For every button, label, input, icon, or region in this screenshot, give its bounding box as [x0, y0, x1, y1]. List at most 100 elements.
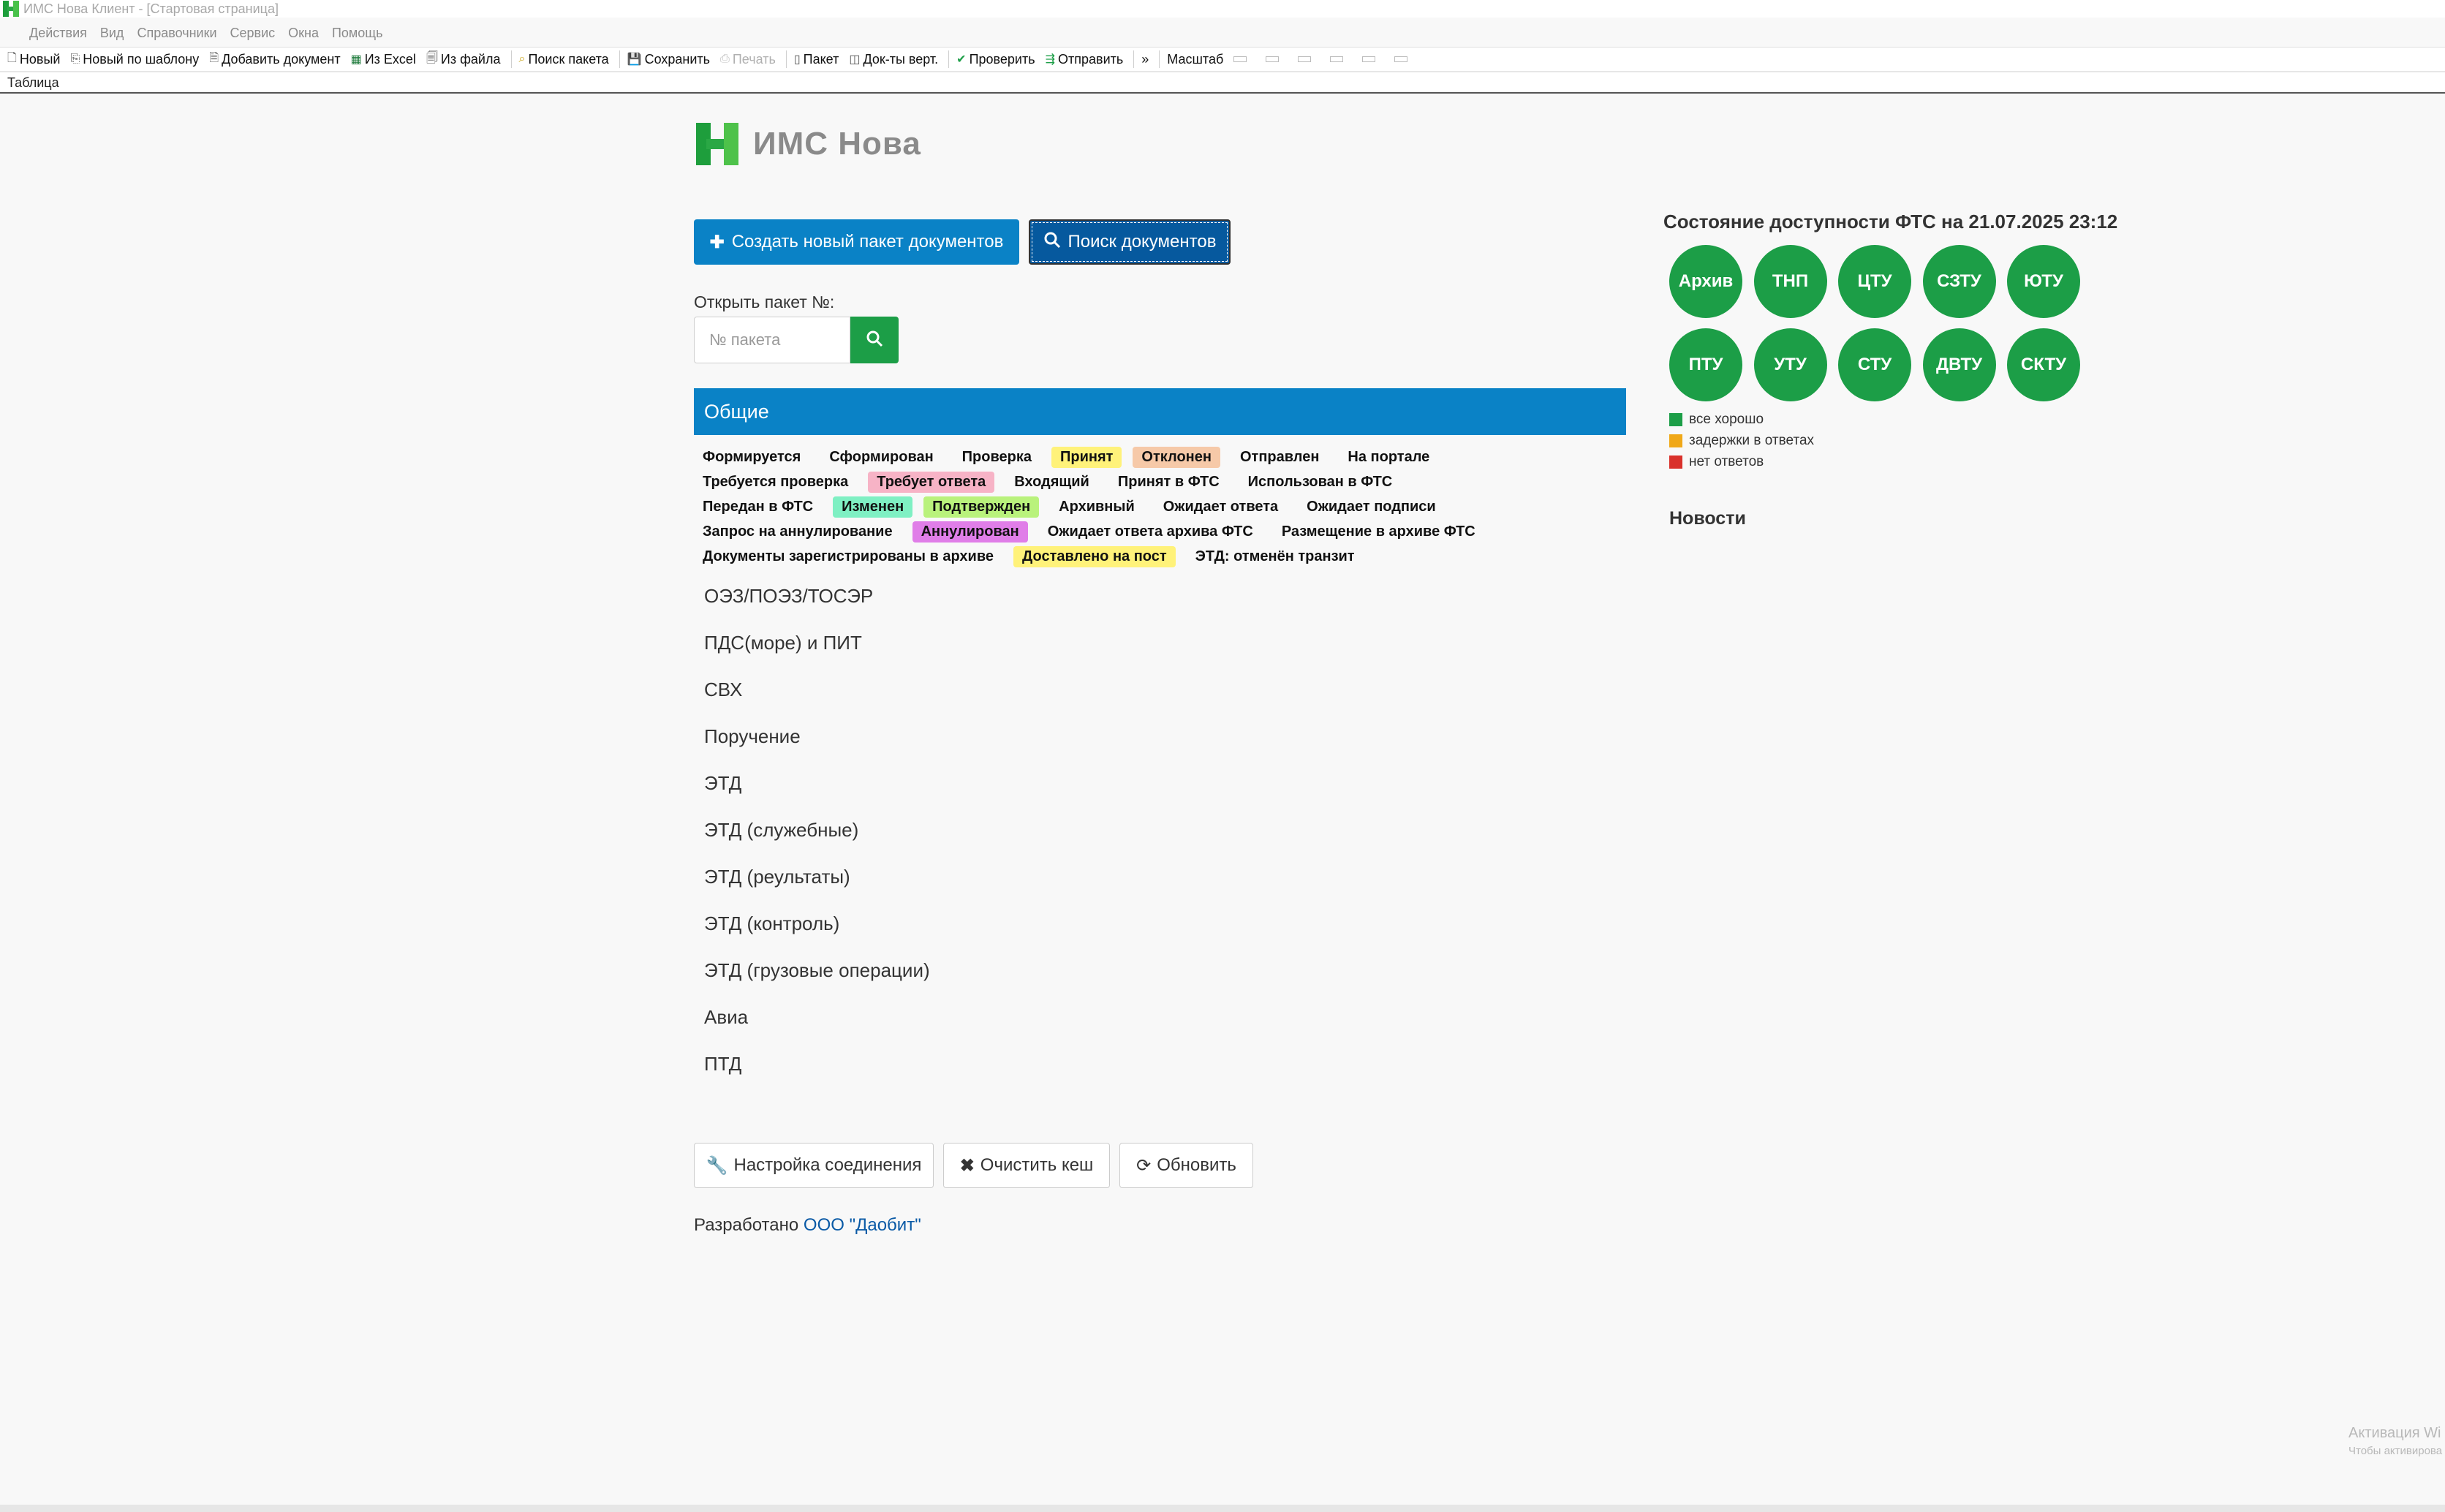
- fts-node-status: ЮТУ: [2007, 245, 2080, 318]
- document-group-item[interactable]: ЭТД (реультаты): [704, 866, 930, 912]
- document-group-item[interactable]: Поручение: [704, 725, 930, 772]
- add-document-label: Добавить документ: [222, 51, 341, 67]
- status-badge: Использован в ФТС: [1247, 473, 1393, 490]
- activation-watermark: Активация Wi Чтобы активирова: [2348, 1425, 2442, 1457]
- menu-actions[interactable]: Действия: [29, 26, 87, 41]
- add-document-button[interactable]: 🗎 Добавить документ: [209, 50, 340, 69]
- document-group-item[interactable]: ПТД: [704, 1053, 930, 1100]
- save-button[interactable]: 💾 Сохранить: [627, 52, 710, 67]
- from-excel-label: Из Excel: [364, 51, 416, 67]
- scale-option-2[interactable]: [1266, 56, 1280, 62]
- connection-settings-label: Настройка соединения: [733, 1155, 922, 1175]
- check-icon: ✔: [956, 53, 967, 66]
- new-label: Новый: [19, 51, 61, 67]
- check-button[interactable]: ✔ Проверить: [956, 52, 1035, 67]
- more-button[interactable]: »: [1141, 52, 1149, 67]
- package-button[interactable]: ▯ Пакет: [794, 52, 839, 67]
- create-package-label: Создать новый пакет документов: [731, 232, 1004, 252]
- status-bar: [0, 1505, 2445, 1512]
- toolbar-divider: [785, 50, 787, 68]
- scale-option-6[interactable]: [1394, 56, 1408, 62]
- app-logo-icon: [3, 1, 19, 17]
- file-icon: 🗐: [426, 51, 438, 64]
- scale-option-3[interactable]: [1298, 56, 1312, 62]
- print-button[interactable]: ⎙ Печать: [720, 52, 776, 67]
- open-package-label: Открыть пакет №:: [694, 292, 835, 311]
- plus-icon: ✚: [709, 232, 725, 252]
- create-package-button[interactable]: ✚ Создать новый пакет документов: [694, 219, 1019, 265]
- scale-option-5[interactable]: [1362, 56, 1376, 62]
- refresh-button[interactable]: ⟳ Обновить: [1119, 1143, 1253, 1188]
- status-badge: Принят в ФТС: [1117, 473, 1220, 490]
- status-badge: Документы зарегистрированы в архиве: [703, 548, 994, 564]
- status-row: Требуется проверка Требует ответа Входящий…: [694, 469, 1637, 494]
- status-badge: Передан в ФТС: [703, 498, 814, 515]
- section-header-general[interactable]: Общие: [694, 388, 1626, 435]
- status-row: Формируется Сформирован Проверка Принят Откл…: [694, 445, 1637, 469]
- document-group-item[interactable]: ЭТД: [704, 772, 930, 819]
- document-group-item[interactable]: ЭТД (служебные): [704, 819, 930, 866]
- status-badge: Ожидает ответа архива ФТС: [1047, 523, 1253, 540]
- docs-vertical-label: Док-ты верт.: [863, 51, 939, 67]
- status-badge: На портале: [1348, 448, 1430, 465]
- save-label: Сохранить: [644, 51, 711, 67]
- connection-settings-button[interactable]: 🔧 Настройка соединения: [694, 1143, 934, 1188]
- send-label: Отправить: [1058, 51, 1124, 67]
- toolbar-divider: [510, 50, 512, 68]
- fts-node-status: СЗТУ: [1922, 245, 1996, 318]
- package-label: Пакет: [803, 51, 839, 67]
- menu-bar: Действия Вид Справочники Сервис Окна Пом…: [0, 22, 2445, 44]
- from-file-button[interactable]: 🗐 Из файла: [426, 50, 501, 69]
- developer-link[interactable]: ООО "Даобит": [804, 1215, 921, 1235]
- search-package-label: Поиск пакета: [528, 51, 609, 67]
- print-icon: ⎙: [720, 53, 730, 65]
- send-button[interactable]: ⇶ Отправить: [1046, 52, 1124, 67]
- menu-windows[interactable]: Окна: [288, 26, 319, 41]
- scale-option-4[interactable]: [1330, 56, 1344, 62]
- legend-ok: все хорошо: [1669, 412, 1764, 428]
- legend-no-response-label: нет ответов: [1689, 454, 1764, 469]
- tab-table[interactable]: Таблица: [7, 75, 59, 91]
- refresh-label: Обновить: [1157, 1155, 1236, 1175]
- from-excel-button[interactable]: ▦ Из Excel: [351, 52, 416, 67]
- logo-text: ИМС Нова: [753, 126, 921, 162]
- status-badge: Размещение в архиве ФТС: [1281, 523, 1475, 540]
- status-badge: Отправлен: [1239, 448, 1320, 465]
- scale-label: Масштаб: [1167, 51, 1224, 67]
- fts-node-status: ДВТУ: [1922, 328, 1996, 401]
- from-file-label: Из файла: [440, 51, 501, 67]
- new-document-icon: 🗋: [7, 51, 17, 64]
- package-number-input[interactable]: [694, 317, 850, 363]
- status-badge: Подтвержден: [923, 496, 1040, 518]
- status-badge: Архивный: [1059, 498, 1135, 515]
- status-badge: Доставлено на пост: [1013, 545, 1176, 567]
- clear-cache-button[interactable]: ✖ Очистить кеш: [943, 1143, 1110, 1188]
- menu-view[interactable]: Вид: [100, 26, 124, 41]
- search-documents-label: Поиск документов: [1067, 232, 1217, 252]
- new-from-template-button[interactable]: ⎘ Новый по шаблону: [70, 52, 199, 67]
- scale-option-1[interactable]: [1233, 56, 1247, 62]
- document-group-item[interactable]: СВХ: [704, 678, 930, 725]
- document-group-item[interactable]: ЭТД (грузовые операции): [704, 959, 930, 1006]
- menu-help[interactable]: Помощь: [332, 26, 383, 41]
- status-badge: Запрос на аннулирование: [703, 523, 893, 540]
- search-icon: [866, 330, 883, 351]
- search-documents-button[interactable]: Поиск документов: [1029, 219, 1231, 265]
- package-icon: ▯: [793, 53, 801, 66]
- document-group-item[interactable]: ЭТД (контроль): [704, 912, 930, 959]
- save-icon: 💾: [627, 53, 642, 66]
- legend-delays-label: задержки в ответах: [1689, 433, 1815, 448]
- document-group-item[interactable]: ОЭЗ/ПОЭЗ/ТОСЭР: [704, 585, 930, 632]
- document-group-item[interactable]: ПДС(море) и ПИТ: [704, 632, 930, 678]
- document-group-item[interactable]: Авиа: [704, 1006, 930, 1053]
- docs-vertical-icon: ◫: [849, 53, 861, 66]
- new-button[interactable]: 🗋 Новый: [7, 50, 60, 69]
- open-package-button[interactable]: [850, 317, 899, 363]
- clear-cache-label: Очистить кеш: [980, 1155, 1094, 1175]
- menu-service[interactable]: Сервис: [230, 26, 276, 41]
- docs-vertical-button[interactable]: ◫ Док-ты верт.: [849, 52, 938, 67]
- menu-references[interactable]: Справочники: [137, 26, 216, 41]
- status-badge: ЭТД: отменён транзит: [1195, 548, 1355, 564]
- search-package-button[interactable]: ⌕ Поиск пакета: [519, 52, 609, 67]
- developer-credit: Разработано ООО "Даобит": [694, 1215, 921, 1236]
